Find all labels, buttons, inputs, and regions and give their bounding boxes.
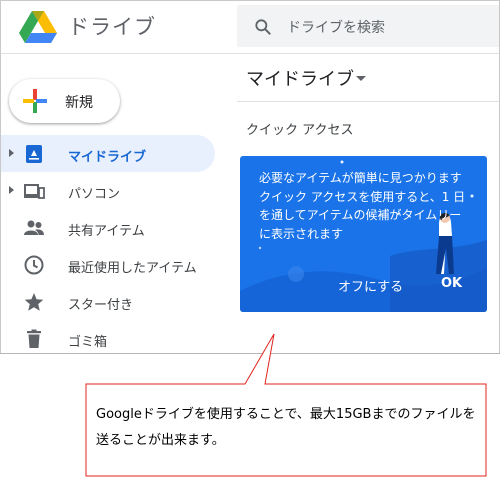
sidebar-item-label: マイドライブ — [68, 150, 147, 165]
computers-icon — [24, 184, 45, 199]
promo-text: 必要なアイテムが簡単に見つかります クイック アクセスを使用すると、1 日を通し… — [259, 171, 466, 241]
star-icon — [24, 293, 44, 311]
title-dropdown-icon[interactable] — [356, 76, 366, 81]
search-input[interactable]: ドライブを検索 — [287, 17, 385, 37]
drive-icon — [26, 145, 42, 163]
new-button-label: 新規 — [65, 95, 93, 111]
sidebar-item-label: スター付き — [68, 298, 134, 313]
search-icon[interactable] — [253, 17, 273, 37]
callout-text: Googleドライブを使用することで、最大15GBまでのファイルを送ることが出来… — [96, 407, 476, 448]
sidebar-item-label: 最近使用したアイテム — [68, 261, 197, 276]
sidebar-item-label: 共有アイテム — [68, 224, 145, 239]
sidebar-item-my-drive[interactable]: マイドライブ — [1, 135, 215, 172]
quick-access-label: クイック アクセス — [246, 123, 354, 138]
turn-off-button[interactable]: オフにする — [338, 276, 403, 295]
header-divider — [1, 53, 499, 54]
quick-access-promo-card: 必要なアイテムが簡単に見つかります クイック アクセスを使用すると、1 日を通し… — [240, 156, 487, 312]
sidebar-item-starred[interactable]: スター付き — [1, 283, 215, 320]
people-icon — [24, 220, 44, 235]
google-drive-logo[interactable] — [19, 11, 57, 45]
ok-button[interactable]: OK — [441, 276, 462, 291]
sidebar-item-trash[interactable]: ゴミ箱 — [1, 320, 215, 354]
sidebar-item-label: パソコン — [68, 187, 121, 202]
page-title[interactable]: マイドライブ — [246, 65, 354, 91]
clock-icon — [24, 255, 44, 275]
main-divider — [237, 101, 499, 102]
expand-caret-icon[interactable] — [9, 186, 14, 194]
drive-window: ドライブ ドライブを検索 新規 マイドライブ パソコン 共有アイテム 最近使用し… — [0, 0, 500, 354]
trash-icon — [27, 329, 41, 348]
plus-icon — [23, 89, 47, 113]
expand-caret-icon[interactable] — [9, 149, 14, 157]
sidebar-item-label: ゴミ箱 — [68, 335, 108, 350]
new-button[interactable]: 新規 — [9, 79, 120, 123]
window-bottom-edge — [0, 353, 500, 354]
sidebar-item-recent[interactable]: 最近使用したアイテム — [1, 246, 215, 283]
sidebar-item-shared[interactable]: 共有アイテム — [1, 209, 215, 246]
app-title: ドライブ — [68, 15, 156, 39]
sidebar-item-computers[interactable]: パソコン — [1, 172, 215, 209]
search-bar[interactable]: ドライブを検索 — [237, 5, 499, 47]
